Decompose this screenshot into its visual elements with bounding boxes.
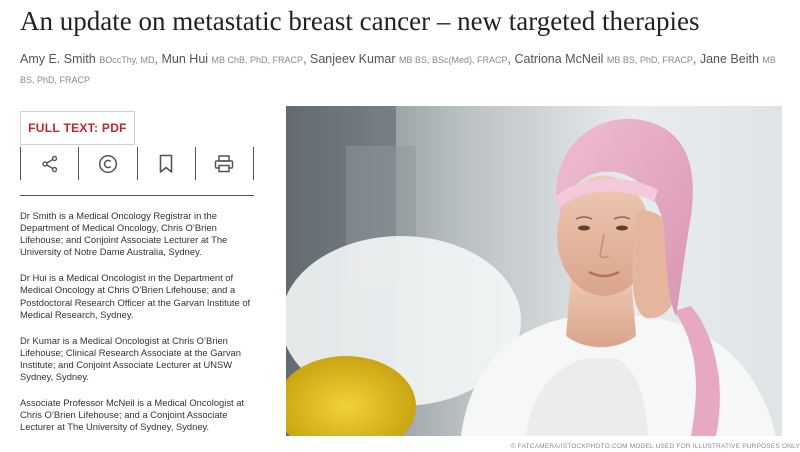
author-credentials: MB ChB, PhD, FRACP <box>211 55 304 65</box>
affiliation-paragraph: Associate Professor McNeil is a Medical … <box>20 397 245 433</box>
divider <box>20 195 254 196</box>
bookmark-icon <box>159 154 173 173</box>
affiliation-paragraph: Dr Hui is a Medical Oncologist in the De… <box>20 272 251 320</box>
author-name: Sanjeev Kumar <box>310 52 396 66</box>
author-credentials: BOccThy, MD <box>99 55 155 65</box>
author-affiliations: Dr Smith is a Medical Oncology Registrar… <box>20 210 260 447</box>
author-name: Mun Hui <box>161 52 209 66</box>
patient-photo <box>286 106 782 436</box>
bookmark-button[interactable] <box>136 147 195 180</box>
author-list: Amy E. Smith BOccThy, MD, Mun Hui MB ChB… <box>20 52 776 85</box>
author-name: Amy E. Smith <box>20 52 96 66</box>
author-name: Jane Beith <box>699 52 759 66</box>
image-credit: © FATCAMERA/ISTOCKPHOTO.COM MODEL USED F… <box>510 443 800 450</box>
print-icon <box>215 154 234 172</box>
article-toolbar <box>20 147 254 180</box>
author-name: Catriona McNeil <box>514 52 604 66</box>
copyright-button[interactable] <box>78 147 136 180</box>
affiliation-paragraph: Dr Smith is a Medical Oncology Registrar… <box>20 210 228 258</box>
article-hero-image <box>286 106 782 436</box>
copyright-icon <box>98 154 117 173</box>
article-title: An update on metastatic breast cancer – … <box>20 6 700 36</box>
author-credentials: MB BS, PhD, FRACP <box>606 55 693 65</box>
affiliation-paragraph: Dr Kumar is a Medical Oncologist at Chri… <box>20 334 241 383</box>
share-icon <box>41 155 57 172</box>
print-button[interactable] <box>194 147 254 180</box>
full-text-pdf-button[interactable]: FULL TEXT: PDF <box>20 111 135 145</box>
share-button[interactable] <box>20 147 78 180</box>
author-credentials: MB BS, BSc(Med), FRACP <box>398 55 508 65</box>
